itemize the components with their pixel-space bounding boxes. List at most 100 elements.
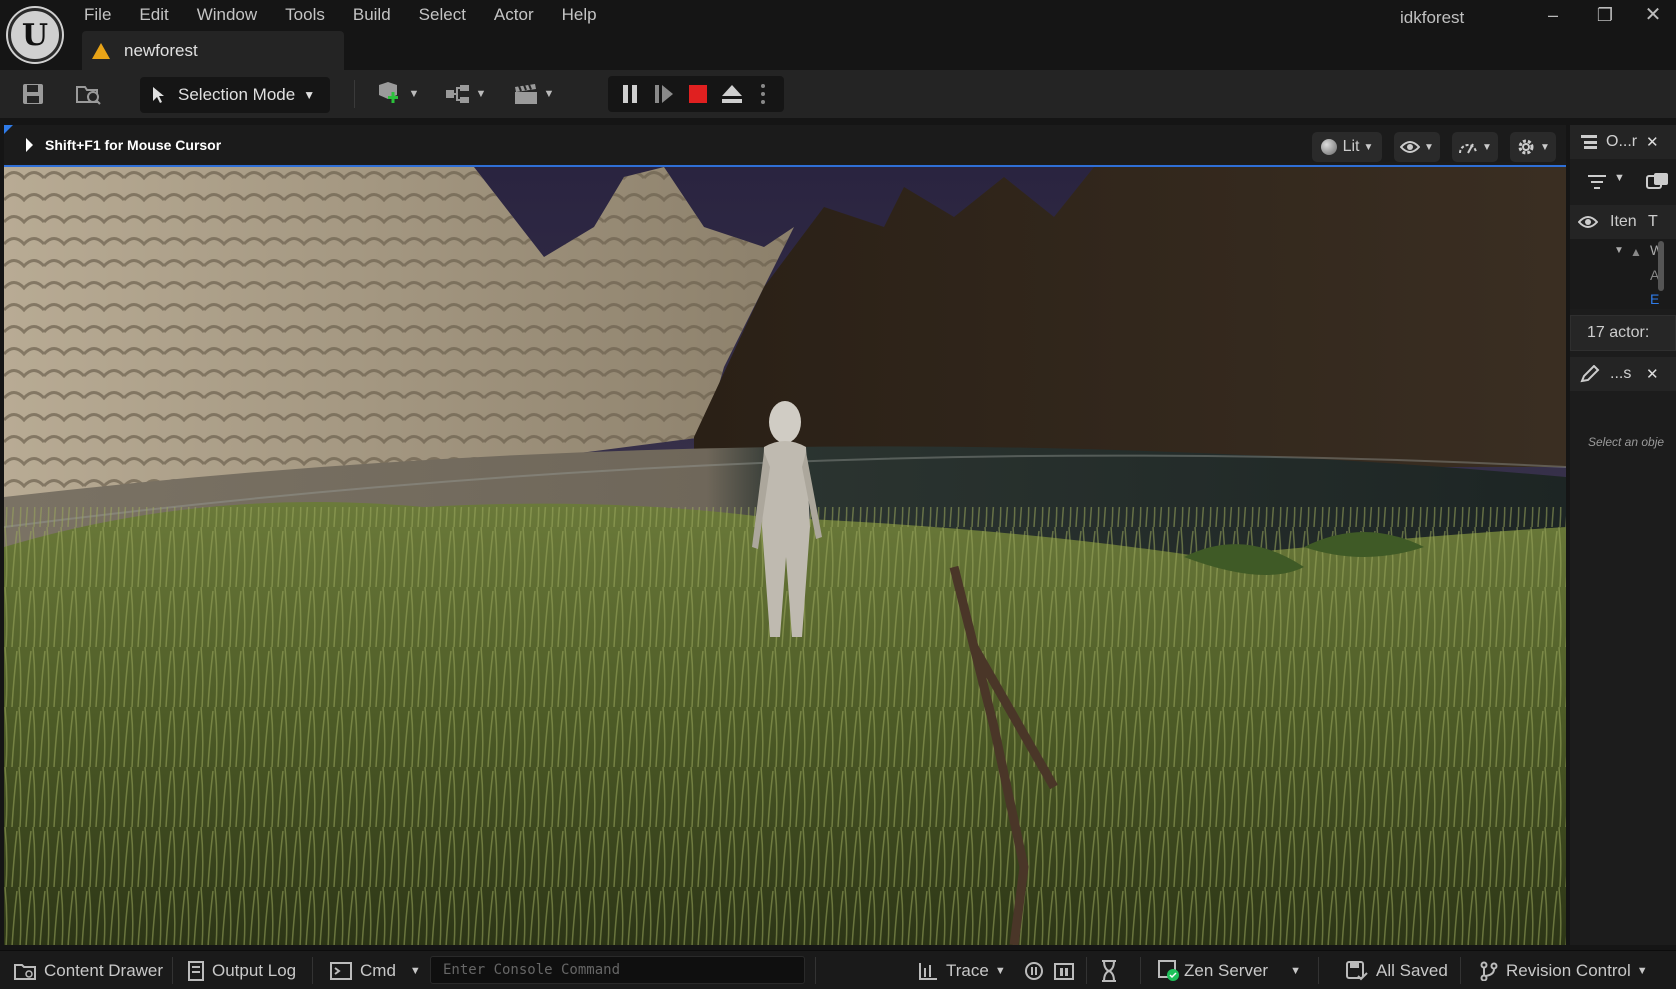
outliner-column-item[interactable]: Iten bbox=[1610, 213, 1637, 231]
record-trace-icon bbox=[1025, 961, 1043, 980]
viewport-settings-dropdown[interactable]: ▼ bbox=[1510, 132, 1556, 162]
blueprint-icon bbox=[445, 85, 469, 103]
step-frame-icon bbox=[655, 85, 673, 103]
statusbar-divider bbox=[815, 957, 816, 984]
statusbar-divider bbox=[1460, 957, 1461, 984]
branch-icon bbox=[1480, 961, 1498, 981]
chevron-down-icon: ▼ bbox=[1614, 172, 1625, 184]
show-dropdown[interactable]: ▼ bbox=[1394, 132, 1440, 162]
zen-server-icon bbox=[1158, 959, 1179, 981]
filter-icon[interactable] bbox=[1588, 174, 1610, 190]
console-command-input[interactable] bbox=[430, 956, 805, 984]
menu-help[interactable]: Help bbox=[548, 0, 611, 30]
chevron-down-icon: ▼ bbox=[543, 88, 555, 100]
trace-dropdown[interactable]: Trace ▼ bbox=[918, 951, 1006, 989]
viewport-corner-marker bbox=[4, 125, 13, 134]
view-mode-label: Lit bbox=[1342, 138, 1360, 155]
statusbar-divider bbox=[312, 957, 313, 984]
details-pencil-icon bbox=[1580, 365, 1600, 383]
details-tab-label: ...s bbox=[1610, 365, 1632, 382]
output-log-button[interactable]: Output Log bbox=[188, 951, 296, 989]
details-empty-hint: Select an obje bbox=[1588, 435, 1665, 449]
menu-actor[interactable]: Actor bbox=[480, 0, 548, 30]
cinematics-button[interactable]: ▼ bbox=[508, 78, 558, 110]
gear-icon bbox=[1518, 139, 1534, 155]
add-actor-button[interactable]: ▼ bbox=[372, 78, 422, 110]
restore-button[interactable]: ❐ bbox=[1579, 0, 1631, 30]
lit-sphere-icon bbox=[1320, 139, 1337, 155]
outliner-column-type[interactable]: T bbox=[1648, 213, 1658, 231]
play-options-button[interactable] bbox=[748, 76, 778, 112]
stop-button[interactable] bbox=[682, 76, 714, 112]
trace-record-button[interactable] bbox=[1024, 951, 1044, 989]
save-all-button[interactable]: All Saved bbox=[1346, 951, 1448, 989]
mouse-cursor-hint-text: Shift+F1 for Mouse Cursor bbox=[45, 137, 222, 153]
trace-label: Trace bbox=[946, 960, 989, 980]
all-saved-label: All Saved bbox=[1376, 960, 1448, 980]
tab-details[interactable]: ...s ✕ bbox=[1570, 357, 1676, 391]
zen-server-dropdown[interactable]: Zen Server ▼ bbox=[1158, 951, 1301, 989]
statusbar-divider bbox=[1086, 957, 1087, 984]
minimize-button[interactable]: – bbox=[1527, 0, 1579, 30]
menu-edit[interactable]: Edit bbox=[125, 0, 182, 30]
outliner-close-button[interactable]: ✕ bbox=[1646, 133, 1659, 151]
menu-tools[interactable]: Tools bbox=[271, 0, 339, 30]
revision-control-dropdown[interactable]: Revision Control ▼ bbox=[1480, 951, 1648, 989]
toolbar-divider bbox=[354, 80, 355, 108]
chevron-down-icon: ▼ bbox=[1424, 141, 1434, 153]
view-mode-dropdown[interactable]: Lit ▼ bbox=[1312, 132, 1382, 162]
main-toolbar: Selection Mode ▼ ▼ ▼ ▼ bbox=[0, 70, 1676, 118]
chevron-down-icon: ▼ bbox=[1363, 141, 1374, 153]
content-browse-icon bbox=[76, 86, 101, 105]
cursor-arrow-icon bbox=[26, 138, 33, 152]
cmd-dropdown[interactable]: Cmd ▼ bbox=[330, 951, 421, 989]
close-window-button[interactable]: ✕ bbox=[1627, 0, 1676, 30]
document-tab-newforest[interactable]: newforest bbox=[82, 31, 344, 70]
tab-outliner[interactable]: O...r ✕ bbox=[1570, 125, 1676, 159]
more-options-icon bbox=[761, 84, 765, 104]
selection-mode-label: Selection Mode bbox=[178, 85, 296, 104]
title-bar: U File Edit Window Tools Build Select Ac… bbox=[0, 0, 1676, 70]
cursor-arrow-icon bbox=[153, 87, 164, 103]
performance-dropdown[interactable]: ▼ bbox=[1452, 132, 1498, 162]
menu-select[interactable]: Select bbox=[405, 0, 480, 30]
menu-build[interactable]: Build bbox=[339, 0, 405, 30]
outliner-row[interactable]: E bbox=[1650, 291, 1659, 307]
trace-insights-button[interactable] bbox=[1100, 951, 1118, 989]
outliner-toolbar: ▼ bbox=[1570, 161, 1676, 203]
trace-icon bbox=[919, 962, 937, 980]
output-log-label: Output Log bbox=[212, 960, 297, 980]
statusbar-divider bbox=[1140, 957, 1141, 984]
unreal-logo-icon[interactable]: U bbox=[8, 8, 62, 62]
snapshot-icon bbox=[1054, 962, 1074, 980]
tree-expand-arrow-icon[interactable]: ▼ bbox=[1614, 245, 1624, 256]
eject-button[interactable] bbox=[716, 76, 748, 112]
selection-mode-dropdown[interactable]: Selection Mode ▼ bbox=[140, 77, 330, 113]
chevron-down-icon: ▼ bbox=[1540, 141, 1550, 153]
step-frame-button[interactable] bbox=[648, 76, 680, 112]
browse-button[interactable] bbox=[72, 78, 106, 110]
hourglass-icon bbox=[1102, 959, 1116, 982]
chevron-down-icon: ▼ bbox=[409, 964, 421, 977]
chevron-down-icon: ▼ bbox=[994, 964, 1006, 977]
eye-icon[interactable] bbox=[1578, 215, 1598, 229]
pause-button[interactable] bbox=[614, 76, 646, 112]
content-drawer-button[interactable]: Content Drawer bbox=[14, 951, 163, 989]
add-filter-icon[interactable] bbox=[1646, 172, 1670, 192]
menu-window[interactable]: Window bbox=[183, 0, 271, 30]
outliner-icon bbox=[1581, 135, 1597, 149]
viewport-toolbar: Shift+F1 for Mouse Cursor Lit ▼ ▼ ▼ ▼ bbox=[4, 125, 1566, 167]
zen-server-label: Zen Server bbox=[1184, 960, 1269, 980]
statusbar-divider bbox=[1318, 957, 1319, 984]
warning-icon bbox=[92, 42, 110, 59]
outliner-actor-count: 17 actor: bbox=[1570, 315, 1676, 351]
outliner-scrollbar[interactable] bbox=[1658, 241, 1664, 291]
menu-bar: File Edit Window Tools Build Select Acto… bbox=[70, 0, 611, 30]
actor-count-text: 17 actor: bbox=[1587, 324, 1650, 341]
level-viewport[interactable]: Shift+F1 for Mouse Cursor Lit ▼ ▼ ▼ ▼ bbox=[4, 125, 1566, 945]
details-close-button[interactable]: ✕ bbox=[1646, 365, 1659, 383]
save-button[interactable] bbox=[18, 78, 48, 110]
blueprint-button[interactable]: ▼ bbox=[440, 78, 490, 110]
menu-file[interactable]: File bbox=[70, 0, 125, 30]
trace-snapshot-button[interactable] bbox=[1054, 951, 1074, 989]
